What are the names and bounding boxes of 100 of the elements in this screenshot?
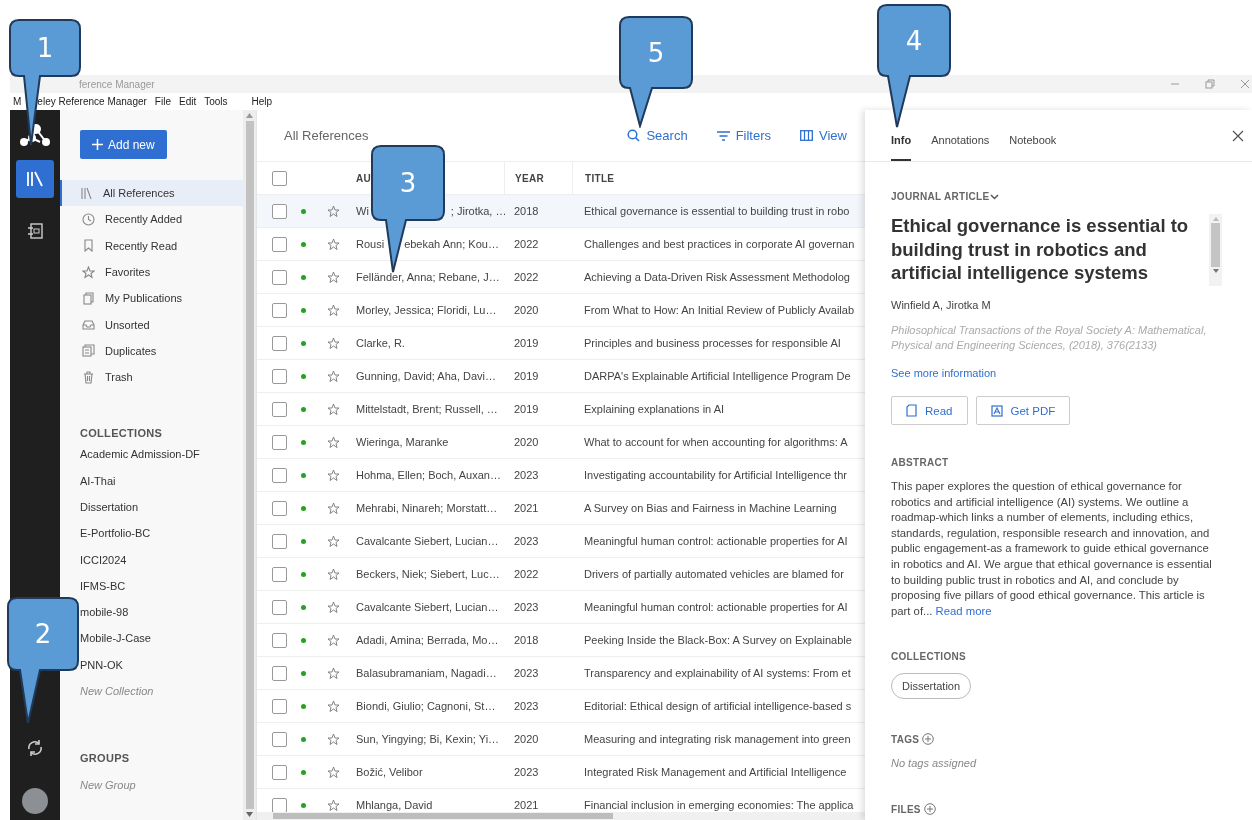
collection-item[interactable]: PNN-OK xyxy=(80,655,123,674)
table-row[interactable]: Felländer, Anna; Rebane, J… 2022 Achieving a Data-Driven Risk Assessment Methodolog xyxy=(257,261,865,294)
tab[interactable]: Notebook xyxy=(1009,134,1057,161)
scrollbar[interactable] xyxy=(243,110,256,820)
table-row[interactable]: Clarke, R. 2019 Principles and business processes for responsible AI xyxy=(257,327,865,360)
star-icon[interactable] xyxy=(326,270,340,284)
star-icon[interactable] xyxy=(326,600,340,614)
star-icon[interactable] xyxy=(326,369,340,383)
see-more-link[interactable]: See more information xyxy=(891,367,997,379)
add-new-button[interactable]: Add new xyxy=(80,130,167,159)
table-row[interactable]: Božić, Velibor 2023 Integrated Risk Management and Artificial Intelligence xyxy=(257,756,865,789)
star-icon[interactable] xyxy=(326,798,340,812)
column-header[interactable]: YEAR xyxy=(515,172,544,184)
star-icon[interactable] xyxy=(326,468,340,482)
row-checkbox[interactable] xyxy=(271,302,287,318)
row-checkbox[interactable] xyxy=(271,533,287,549)
menu-item[interactable]: Tools xyxy=(204,96,228,107)
get-pdf-button[interactable]: Get PDF xyxy=(975,396,1071,425)
new-collection-link[interactable]: New Collection xyxy=(80,682,154,701)
read-more-link[interactable]: Read more xyxy=(935,604,992,617)
tab[interactable]: Info xyxy=(891,134,912,161)
row-checkbox[interactable] xyxy=(271,599,287,615)
row-checkbox[interactable] xyxy=(271,368,287,384)
filters-button[interactable]: Filters xyxy=(716,128,772,143)
menu-item[interactable]: M xyxy=(13,96,22,107)
restore-icon[interactable] xyxy=(1205,79,1215,89)
table-row[interactable]: Gunning, David; Aha, Davi… 2019 DARPA's Explainable Artificial Intelligence Program De xyxy=(257,360,865,393)
table-row[interactable]: Cavalcante Siebert, Lucian… 2023 Meaningful human control: actionable properties for AI xyxy=(257,525,865,558)
row-checkbox[interactable] xyxy=(271,269,287,285)
tab[interactable]: Annotations xyxy=(931,134,990,161)
star-icon[interactable] xyxy=(326,633,340,647)
row-checkbox[interactable] xyxy=(271,665,287,681)
add-icon[interactable] xyxy=(923,803,936,816)
star-icon[interactable] xyxy=(326,435,340,449)
avatar[interactable] xyxy=(22,788,48,814)
collection-item[interactable]: Dissertation xyxy=(80,497,139,516)
sidebar-item[interactable]: Recently Added xyxy=(60,206,243,233)
scrollbar[interactable] xyxy=(1209,214,1222,286)
read-button[interactable]: Read xyxy=(891,396,968,425)
search-button[interactable]: Search xyxy=(627,128,688,143)
star-icon[interactable] xyxy=(326,765,340,779)
column-header[interactable]: AU xyxy=(356,172,372,184)
table-row[interactable]: Mittelstadt, Brent; Russell, … 2019 Explaining explanations in AI xyxy=(257,393,865,426)
sidebar-item[interactable]: Recently Read xyxy=(60,232,243,259)
select-all-checkbox[interactable] xyxy=(271,170,287,186)
row-checkbox[interactable] xyxy=(271,401,287,417)
row-checkbox[interactable] xyxy=(271,467,287,483)
collection-item[interactable]: IFMS-BC xyxy=(80,576,126,595)
star-icon[interactable] xyxy=(326,303,340,317)
star-icon[interactable] xyxy=(326,237,340,251)
star-icon[interactable] xyxy=(326,402,340,416)
row-checkbox[interactable] xyxy=(271,797,287,813)
collection-item[interactable]: mobile-98 xyxy=(80,603,129,622)
sidebar-item[interactable]: My Publications xyxy=(60,285,243,312)
star-icon[interactable] xyxy=(326,732,340,746)
sidebar-item[interactable]: Duplicates xyxy=(60,337,243,365)
sidebar-item[interactable]: All References xyxy=(60,180,243,207)
table-row[interactable]: Wi ; Jirotka, … 2018 Ethical governance is essential to building trust in robo xyxy=(257,195,865,228)
row-checkbox[interactable] xyxy=(271,434,287,450)
sidebar-item[interactable]: Trash xyxy=(60,364,243,391)
collection-item[interactable]: ICCI2024 xyxy=(80,550,127,569)
table-row[interactable]: Wieringa, Maranke 2020 What to account for when accounting for algorithms: A xyxy=(257,426,865,459)
sidebar-item[interactable]: Favorites xyxy=(60,258,243,286)
table-row[interactable]: Beckers, Niek; Siebert, Luc… 2022 Drivers of partially automated vehicles are blamed for xyxy=(257,558,865,591)
collection-item[interactable]: E-Portfolio-BC xyxy=(80,524,151,543)
row-checkbox[interactable] xyxy=(271,764,287,780)
menu-item[interactable]: Help xyxy=(251,96,273,107)
star-icon[interactable] xyxy=(326,567,340,581)
table-row[interactable]: Mehrabi, Ninareh; Morstatt… 2021 A Survey on Bias and Fairness in Machine Learning xyxy=(257,492,865,525)
view-button[interactable]: View xyxy=(800,128,847,143)
scroll-up-icon[interactable] xyxy=(246,113,253,118)
library-button[interactable] xyxy=(16,160,54,198)
star-icon[interactable] xyxy=(326,699,340,713)
add-icon[interactable] xyxy=(922,733,935,746)
row-checkbox[interactable] xyxy=(271,632,287,648)
scroll-down-icon[interactable] xyxy=(246,812,253,817)
star-icon[interactable] xyxy=(326,501,340,515)
column-header[interactable]: TITLE xyxy=(585,172,615,184)
collection-item[interactable]: Academic Admission-DF xyxy=(80,445,200,464)
table-row[interactable]: Morley, Jessica; Floridi, Lu… 2020 From What to How: An Initial Review of Publicly Availab xyxy=(257,294,865,327)
row-checkbox[interactable] xyxy=(271,236,287,252)
table-row[interactable]: Sun, Yingying; Bi, Kexin; Yi… 2020 Measuring and integrating risk management into green xyxy=(257,723,865,756)
row-checkbox[interactable] xyxy=(271,335,287,351)
table-row[interactable]: Biondi, Giulio; Cagnoni, St… 2023 Editorial: Ethical design of artificial intelligence-based s xyxy=(257,690,865,723)
menu-item[interactable]: File xyxy=(154,96,171,107)
collection-item[interactable]: AI-Thai xyxy=(80,471,116,490)
row-checkbox[interactable] xyxy=(271,566,287,582)
table-row[interactable]: Cavalcante Siebert, Lucian… 2023 Meaningful human control: actionable properties for AI xyxy=(257,591,865,624)
sidebar-item[interactable]: Unsorted xyxy=(60,311,243,338)
star-icon[interactable] xyxy=(326,204,340,218)
new-group-link[interactable]: New Group xyxy=(80,776,136,795)
row-checkbox[interactable] xyxy=(271,698,287,714)
table-row[interactable]: Balasubramaniam, Nagadi… 2023 Transparency and explainability of AI systems: From et xyxy=(257,657,865,690)
menu-item[interactable]: eley Reference Manager xyxy=(37,96,147,107)
scroll-down-icon[interactable] xyxy=(1212,269,1219,273)
star-icon[interactable] xyxy=(326,534,340,548)
collection-item[interactable]: Mobile-J-Case xyxy=(80,629,151,648)
menu-item[interactable]: Edit xyxy=(179,96,197,107)
star-icon[interactable] xyxy=(326,666,340,680)
row-checkbox[interactable] xyxy=(271,203,287,219)
